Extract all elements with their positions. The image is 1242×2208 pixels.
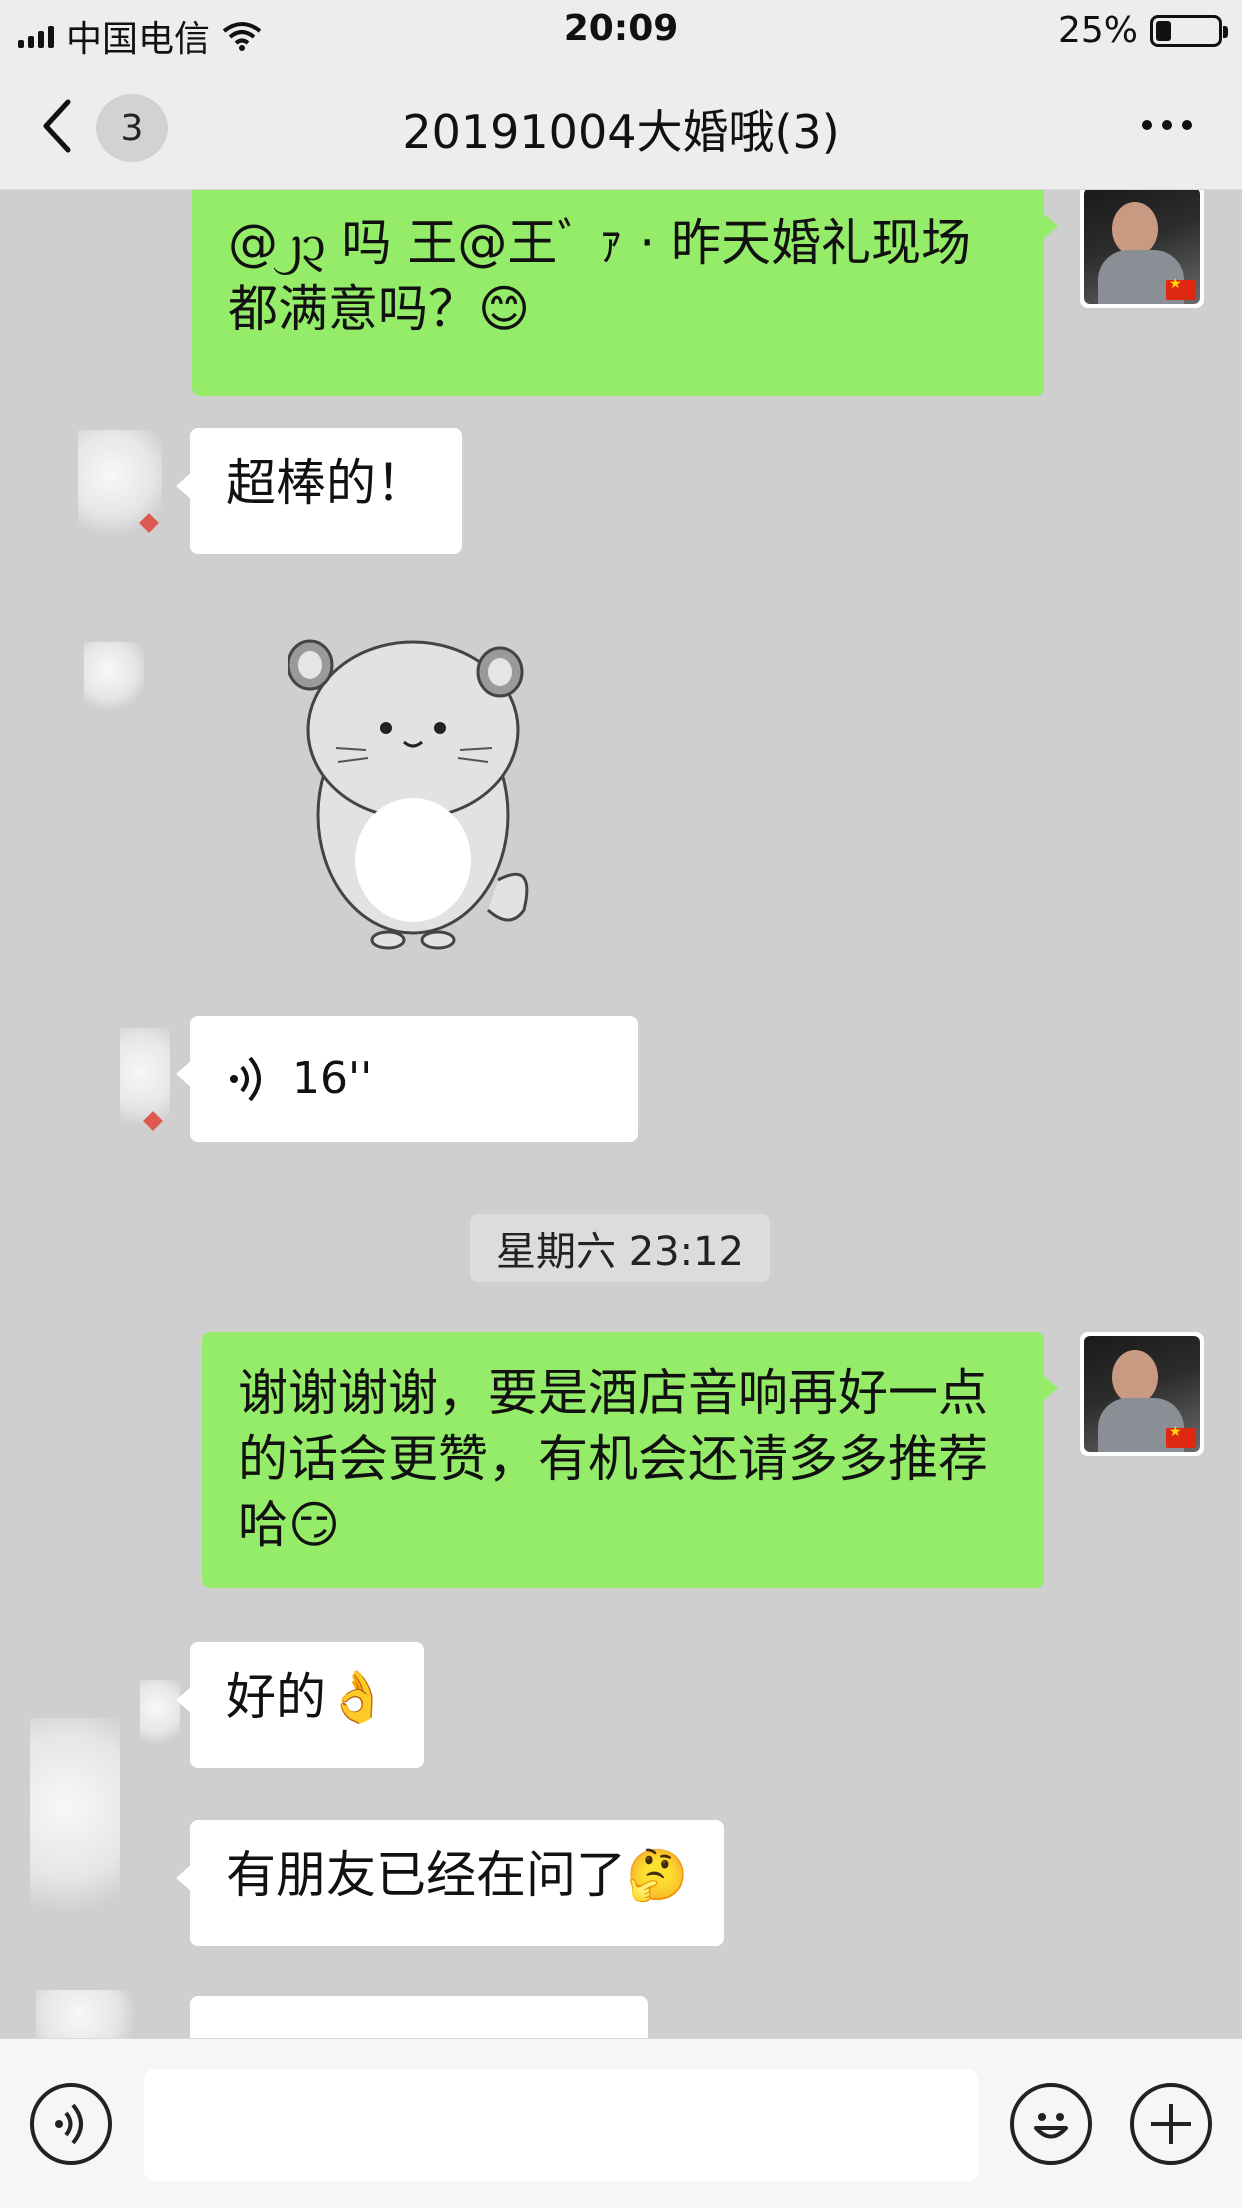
- message-text: 谢谢谢谢，要是酒店音响再好一点的话会更赞，有机会还请多多推荐哈😏: [238, 1364, 988, 1554]
- sender-avatar[interactable]: [84, 642, 144, 712]
- clock: 20:09: [563, 8, 679, 49]
- status-right: 25%: [1057, 10, 1228, 51]
- message-text: 超棒的！: [226, 454, 426, 512]
- status-bar: 中国电信 20:09 25%: [0, 0, 1242, 62]
- chinchilla-sticker[interactable]: [288, 610, 538, 950]
- message-bubble-received[interactable]: 有朋友已经在问了🤔: [175, 1820, 725, 1946]
- chat-area[interactable]: @᧒᧓ 吗 王@王ﾞ ｧ · 昨天婚礼现场都满意吗？😊 超棒的！: [0, 190, 1242, 2038]
- message-text: 好的👌: [226, 1668, 389, 1726]
- input-bar: [0, 2038, 1242, 2208]
- more-button[interactable]: [1142, 120, 1192, 130]
- sender-avatar[interactable]: [30, 1718, 120, 1938]
- sender-avatar[interactable]: [78, 430, 162, 540]
- sender-avatar[interactable]: [36, 1990, 146, 2038]
- more-dots-icon: [1142, 120, 1152, 130]
- message-bubble-received-partial[interactable]: [190, 1996, 648, 2038]
- page-title: 20191004大婚哦(3): [402, 105, 840, 159]
- message-text: 有朋友已经在问了🤔: [226, 1846, 689, 1904]
- voice-icon: [55, 2103, 83, 2145]
- message-bubble-received[interactable]: 超棒的！: [176, 428, 462, 554]
- message-bubble-received[interactable]: 好的👌: [175, 1642, 425, 1768]
- china-flag-icon: [1166, 276, 1196, 300]
- message-text: @᧒᧓ 吗 王@王ﾞ ｧ · 昨天婚礼现场都满意吗？😊: [228, 214, 971, 338]
- plus-button[interactable]: [1130, 2083, 1212, 2165]
- chat-header: 3 20191004大婚哦(3): [0, 62, 1242, 190]
- voice-wave-icon: [230, 1056, 261, 1102]
- battery-percent: 25%: [1057, 10, 1138, 51]
- battery-fill: [1156, 20, 1171, 41]
- voice-message[interactable]: 16'': [176, 1016, 638, 1142]
- message-input[interactable]: [144, 2069, 978, 2181]
- china-flag-icon: [1166, 1424, 1196, 1448]
- emoji-icon: [1034, 2113, 1068, 2139]
- voice-button[interactable]: [30, 2083, 112, 2165]
- my-avatar[interactable]: [1080, 1332, 1204, 1456]
- sender-avatar[interactable]: [140, 1680, 180, 1750]
- my-avatar[interactable]: [1080, 190, 1204, 308]
- emoji-button[interactable]: [1010, 2083, 1092, 2165]
- message-bubble-sent[interactable]: 谢谢谢谢，要是酒店音响再好一点的话会更赞，有机会还请多多推荐哈😏: [202, 1332, 1058, 1588]
- battery-icon: [1150, 14, 1228, 47]
- timestamp-divider: 星期六 23:12: [470, 1214, 770, 1282]
- voice-duration: 16'': [292, 1053, 373, 1104]
- plus-icon: [1151, 2104, 1191, 2144]
- sender-avatar[interactable]: [120, 1028, 170, 1138]
- message-bubble-sent[interactable]: @᧒᧓ 吗 王@王ﾞ ｧ · 昨天婚礼现场都满意吗？😊: [192, 190, 1058, 396]
